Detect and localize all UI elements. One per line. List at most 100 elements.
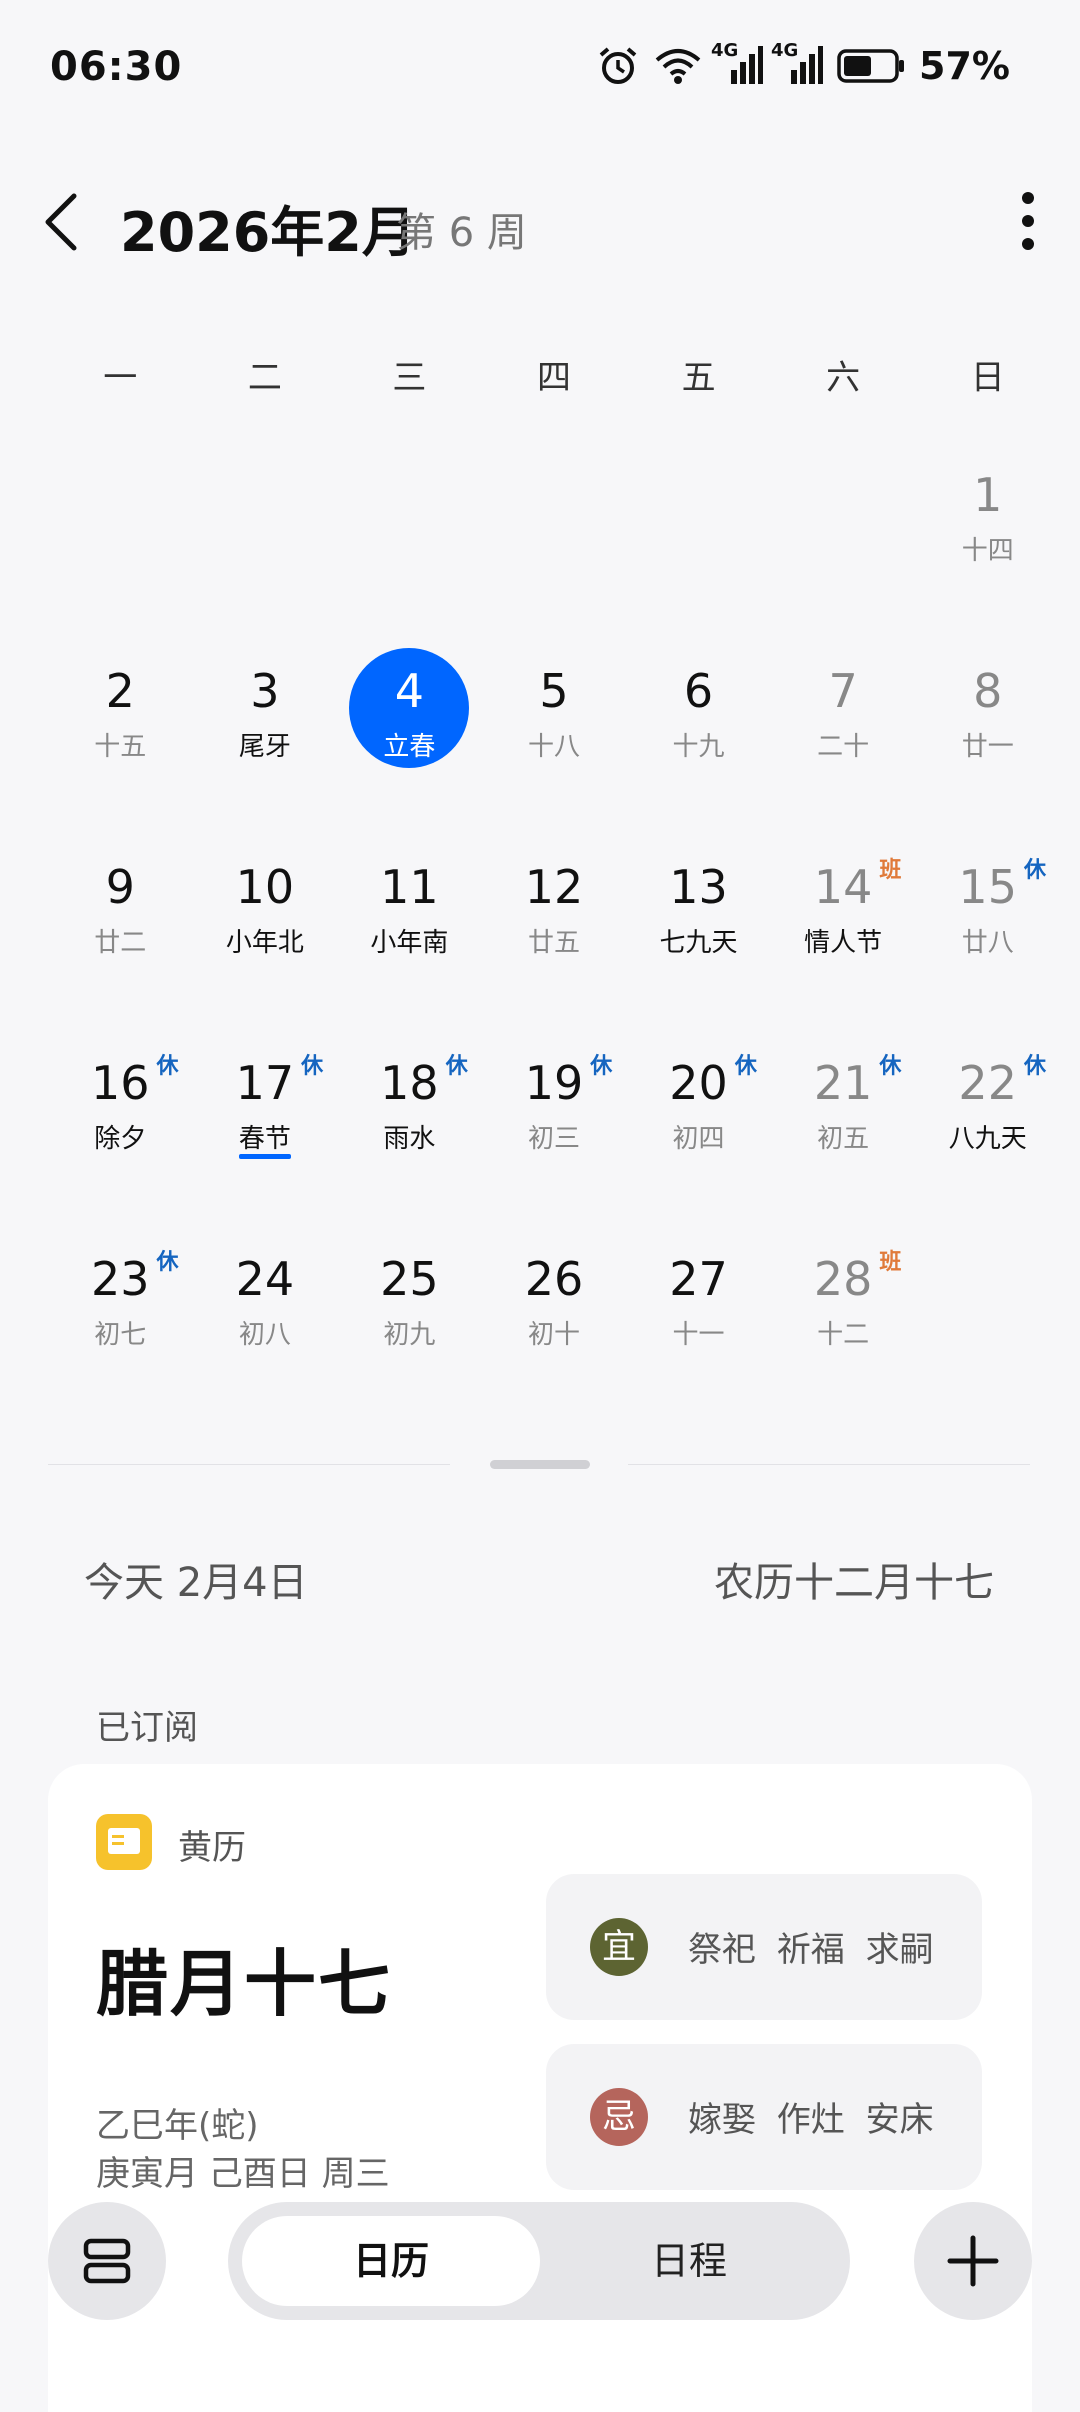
lunar-label: 廿二 (94, 928, 147, 958)
day-number: 4 (394, 664, 425, 718)
view-toggle-button[interactable] (48, 2202, 166, 2320)
day-number: 11 (380, 860, 439, 914)
day-cell[interactable]: 15 廿八休 (915, 842, 1060, 1038)
day-number: 5 (539, 664, 569, 718)
day-cell[interactable]: 11 小年南 (337, 842, 482, 1038)
today-date[interactable]: 今天 2月4日 (84, 1550, 308, 1608)
tab-schedule[interactable]: 日程 (540, 2216, 838, 2306)
view-switcher: 日历 日程 (228, 2202, 850, 2320)
almanac-title: 黄历 (178, 1828, 246, 1868)
weekday-header: 一 二 三 四 五 六 日 (48, 350, 1060, 399)
day-cell[interactable]: 2 十五 (48, 646, 193, 842)
day-number: 1 (973, 468, 1003, 522)
day-cell[interactable]: 22 八九天休 (915, 1038, 1060, 1234)
status-icons: 4G 4G 57% (597, 40, 1010, 88)
holiday-badge: 休 (1023, 1054, 1046, 1079)
lunar-label: 十五 (94, 732, 147, 762)
day-cell[interactable]: 3 尾牙 (193, 646, 338, 842)
weekday-label: 三 (392, 358, 427, 398)
holiday-badge: 休 (1023, 858, 1046, 883)
empty-cell (482, 450, 627, 646)
lunar-label: 初四 (672, 1124, 725, 1154)
day-cell[interactable]: 10 小年北 (193, 842, 338, 1038)
almanac-lunar-date: 腊月十七 (96, 1942, 393, 2026)
day-cell[interactable]: 7 二十 (771, 646, 916, 842)
drag-handle[interactable] (490, 1460, 590, 1469)
day-cell[interactable]: 9 廿二 (48, 842, 193, 1038)
empty-cell (48, 450, 193, 646)
weekday-label: 四 (536, 358, 571, 398)
day-cell[interactable]: 18 雨水休 (337, 1038, 482, 1234)
day-cell[interactable]: 25 初九 (337, 1234, 482, 1430)
day-cell[interactable]: 12 廿五 (482, 842, 627, 1038)
day-cell[interactable]: 16 除夕休 (48, 1038, 193, 1234)
event-indicator (238, 1154, 291, 1159)
suitable-badge: 宜 (590, 1918, 648, 1976)
day-number: 8 (973, 664, 1003, 718)
lunar-label: 小年北 (225, 928, 304, 958)
lunar-label: 尾牙 (238, 732, 291, 762)
day-cell[interactable]: 28 十二班 (771, 1234, 916, 1430)
lunar-label: 十一 (672, 1320, 725, 1350)
holiday-badge: 休 (301, 1054, 324, 1079)
day-cell[interactable]: 26 初十 (482, 1234, 627, 1430)
day-cell[interactable]: 24 初八 (193, 1234, 338, 1430)
wifi-icon (655, 49, 701, 84)
lunar-label: 小年南 (370, 928, 449, 958)
day-cell[interactable]: 17 春节休 (193, 1038, 338, 1234)
empty-cell (337, 450, 482, 646)
subscribed-heading: 已订阅 (96, 1708, 198, 1748)
holiday-badge: 休 (156, 1250, 179, 1275)
holiday-badge: 休 (590, 1054, 613, 1079)
lunar-label: 七九天 (659, 928, 738, 958)
avoid-items: 嫁娶 作灶 安床 (688, 2100, 934, 2140)
lunar-label: 十九 (672, 732, 725, 762)
tab-calendar[interactable]: 日历 (242, 2216, 540, 2306)
day-cell[interactable]: 21 初五休 (771, 1038, 916, 1234)
day-cell[interactable]: 23 初七休 (48, 1234, 193, 1430)
add-event-button[interactable] (914, 2202, 1032, 2320)
holiday-badge: 休 (445, 1054, 468, 1079)
day-cell[interactable]: 13 七九天 (626, 842, 771, 1038)
day-number: 3 (250, 664, 280, 718)
empty-cell (193, 450, 338, 646)
battery-percent: 57% (919, 44, 1010, 88)
more-menu-icon[interactable] (1016, 190, 1040, 252)
day-cell[interactable]: 6 十九 (626, 646, 771, 842)
divider (48, 1464, 450, 1465)
lunar-label: 立春 (383, 732, 436, 762)
day-cell[interactable]: 5 十八 (482, 646, 627, 842)
status-time: 06:30 (50, 44, 183, 90)
day-number: 25 (380, 1252, 439, 1306)
day-cell[interactable]: 1 十四 (915, 450, 1060, 646)
day-cell[interactable]: 27 十一 (626, 1234, 771, 1430)
day-number: 7 (828, 664, 858, 718)
day-number: 26 (524, 1252, 584, 1306)
signal-1-icon: 4G (711, 40, 764, 86)
day-cell[interactable]: 14 情人节班 (771, 842, 916, 1038)
lunar-label: 初九 (383, 1320, 436, 1350)
lunar-label: 初三 (527, 1124, 580, 1154)
lunar-label: 廿五 (527, 928, 580, 958)
day-number: 24 (235, 1252, 295, 1306)
month-title[interactable]: 2026年2月 (120, 188, 416, 267)
lunar-label: 春节 (238, 1124, 291, 1154)
alarm-icon (599, 47, 637, 84)
empty-cell (626, 450, 771, 646)
lunar-label: 二十 (817, 732, 870, 762)
holiday-badge: 休 (156, 1054, 179, 1079)
plus-icon (947, 2235, 999, 2287)
back-arrow-icon[interactable] (40, 190, 84, 254)
day-cell[interactable]: 20 初四休 (626, 1038, 771, 1234)
weekday-label: 日 (970, 358, 1005, 398)
lunar-label: 廿八 (961, 928, 1014, 958)
lunar-label: 初七 (94, 1320, 147, 1350)
suitable-box: 宜 祭祀 祈福 求嗣 (546, 1874, 982, 2020)
lunar-label: 初五 (817, 1124, 870, 1154)
day-cell[interactable]: 19 初三休 (482, 1038, 627, 1234)
day-number: 13 (669, 860, 728, 914)
day-number: 12 (524, 860, 584, 914)
day-cell[interactable]: 8 廿一 (915, 646, 1060, 842)
avoid-badge: 忌 (590, 2088, 648, 2146)
day-cell-today[interactable]: 4 立春 (337, 646, 482, 842)
